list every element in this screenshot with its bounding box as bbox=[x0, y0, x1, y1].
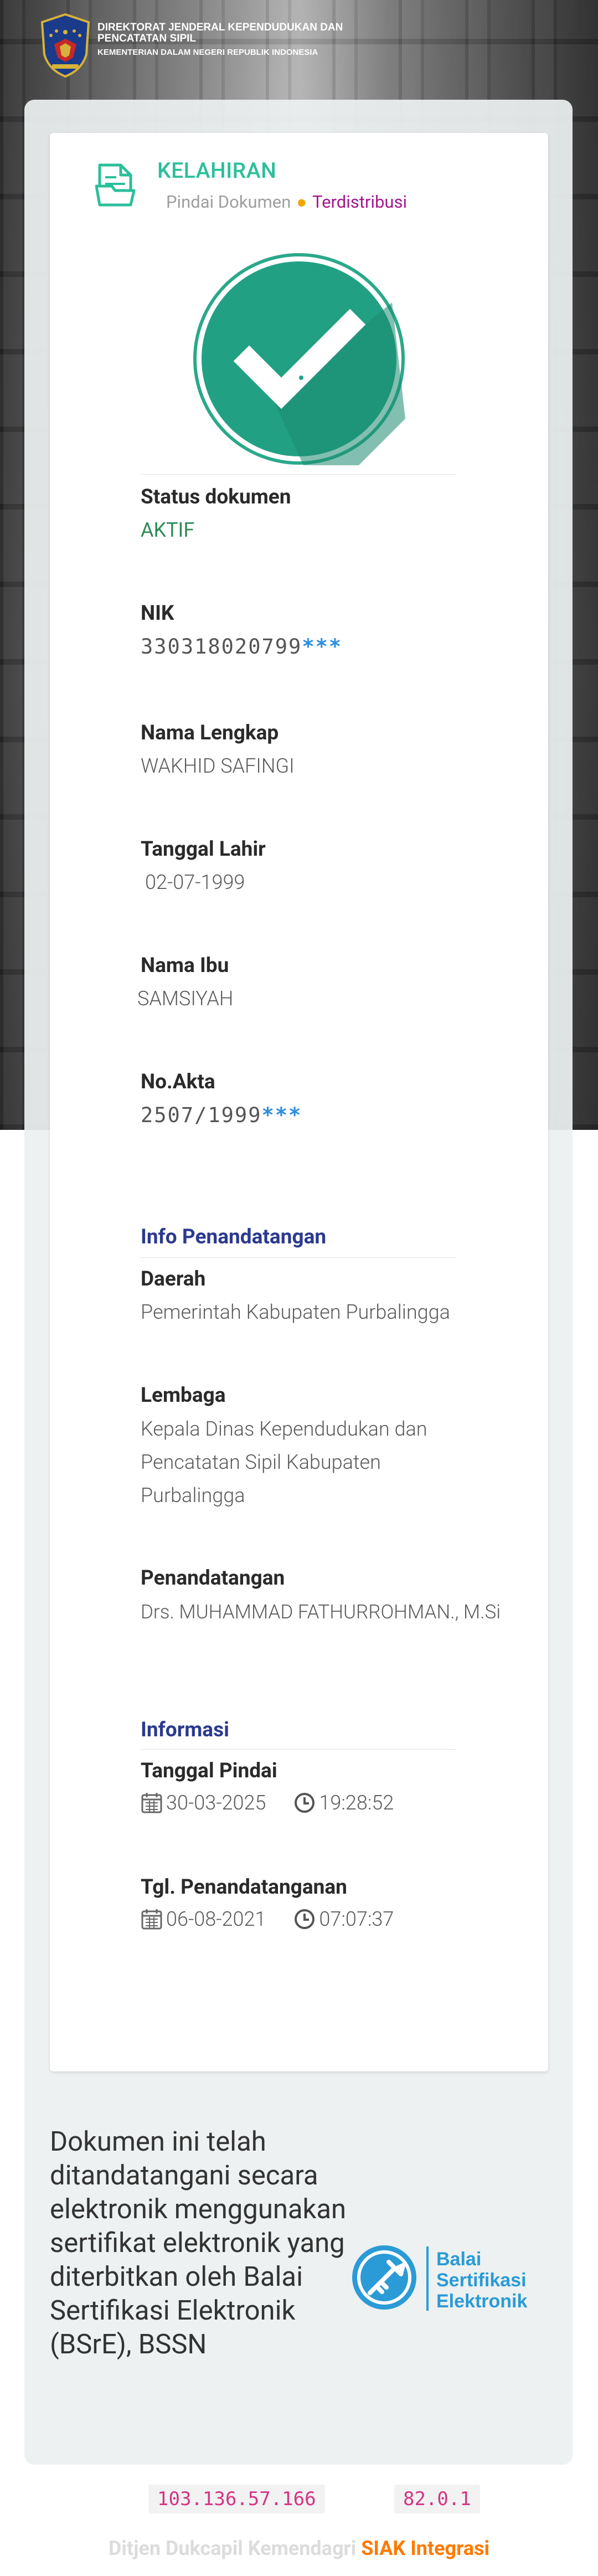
dot-separator-icon: ● bbox=[296, 192, 307, 212]
signing-time-group: 07:07:37 bbox=[293, 1907, 394, 1931]
signing-date-label: Tgl. Penandatanganan bbox=[141, 1875, 347, 1899]
document-type-title: KELAHIRAN bbox=[157, 158, 277, 183]
kemendagri-logo-icon bbox=[40, 13, 90, 78]
divider bbox=[141, 1257, 456, 1258]
status-value: AKTIF bbox=[141, 518, 195, 542]
bsre-logo-line: Sertifikasi bbox=[436, 2270, 527, 2291]
mother-name-value: SAMSIYAH bbox=[137, 987, 234, 1010]
akta-mask: *** bbox=[261, 1103, 302, 1127]
calendar-icon bbox=[141, 1909, 162, 1930]
info-section-heading: Informasi bbox=[141, 1718, 229, 1742]
scan-datetime: 30-03-2025 19:28:52 bbox=[141, 1791, 394, 1814]
nik-digits: 330318020799 bbox=[141, 635, 302, 659]
signer-label: Penandatangan bbox=[141, 1566, 285, 1590]
footer-credit: Ditjen Dukcapil Kemendagri SIAK Integras… bbox=[0, 2537, 598, 2560]
nik-mask: *** bbox=[302, 635, 343, 659]
region-label: Daerah bbox=[141, 1267, 206, 1291]
verified-check-icon bbox=[193, 253, 405, 465]
client-ip-tag: 103.136.57.166 bbox=[148, 2485, 325, 2513]
signing-date: 06-08-2021 bbox=[166, 1907, 266, 1931]
siak-link[interactable]: SIAK Integrasi bbox=[361, 2537, 489, 2560]
header-ministry: KEMENTERIAN DALAM NEGERI REPUBLIK INDONE… bbox=[97, 48, 318, 57]
scan-date-label: Tanggal Pindai bbox=[141, 1759, 277, 1783]
nik-label: NIK bbox=[141, 601, 174, 625]
page-header: DIREKTORAT JENDERAL KEPENDUDUKAN DAN PEN… bbox=[0, 0, 598, 89]
bsre-logo-icon: Balai Sertifikasi Elektronik bbox=[352, 2245, 527, 2312]
document-folder-icon bbox=[95, 163, 136, 207]
divider bbox=[141, 1749, 456, 1750]
scan-time: 19:28:52 bbox=[319, 1791, 394, 1814]
scan-date: 30-03-2025 bbox=[166, 1791, 266, 1814]
fullname-value: WAKHID SAFINGI bbox=[141, 754, 295, 778]
akta-value: 2507/1999*** bbox=[141, 1103, 302, 1127]
divider bbox=[141, 474, 456, 475]
app-version-tag: 82.0.1 bbox=[394, 2485, 480, 2513]
birthdate-value: 02-07-1999 bbox=[145, 871, 245, 894]
fullname-label: Nama Lengkap bbox=[141, 721, 279, 745]
institution-line: Purbalingga bbox=[141, 1484, 245, 1507]
institution-value: Kepala Dinas Kependudukan dan Pencatatan… bbox=[141, 1412, 473, 1512]
signer-section-heading: Info Penandatangan bbox=[141, 1225, 327, 1249]
akta-number: 2507/1999 bbox=[141, 1103, 262, 1127]
scan-time-group: 19:28:52 bbox=[293, 1791, 394, 1814]
header-directorate: DIREKTORAT JENDERAL KEPENDUDUKAN DAN PEN… bbox=[97, 22, 343, 44]
signing-datetime: 06-08-2021 07:07:37 bbox=[141, 1907, 394, 1931]
signing-time: 07:07:37 bbox=[319, 1907, 394, 1931]
akta-label: No.Akta bbox=[141, 1070, 215, 1094]
mother-name-label: Nama Ibu bbox=[141, 954, 229, 978]
birthdate-label: Tanggal Lahir bbox=[141, 837, 266, 861]
document-breadcrumb: Pindai Dokumen ● Terdistribusi bbox=[166, 192, 407, 212]
institution-line: Kepala Dinas Kependudukan dan bbox=[141, 1417, 427, 1441]
nik-value: 330318020799*** bbox=[141, 635, 342, 659]
bsre-logo-line: Elektronik bbox=[436, 2291, 527, 2312]
footer-org: Ditjen Dukcapil Kemendagri bbox=[108, 2537, 357, 2560]
bsre-logo-line: Balai bbox=[436, 2249, 481, 2270]
status-label: Status dokumen bbox=[141, 485, 291, 509]
clock-icon bbox=[295, 1909, 315, 1929]
signer-value: Drs. MUHAMMAD FATHURROHMAN., M.Si bbox=[141, 1601, 501, 1623]
clock-icon bbox=[295, 1793, 315, 1813]
institution-label: Lembaga bbox=[141, 1384, 226, 1407]
distribution-status: Terdistribusi bbox=[312, 192, 407, 212]
calendar-icon bbox=[141, 1793, 162, 1813]
institution-line: Pencatatan Sipil Kabupaten bbox=[141, 1451, 381, 1474]
esignature-statement: Dokumen ini telah ditandatangani secara … bbox=[50, 2126, 347, 2360]
scan-label: Pindai Dokumen bbox=[166, 192, 291, 212]
region-value: Pemerintah Kabupaten Purbalingga bbox=[141, 1300, 450, 1324]
